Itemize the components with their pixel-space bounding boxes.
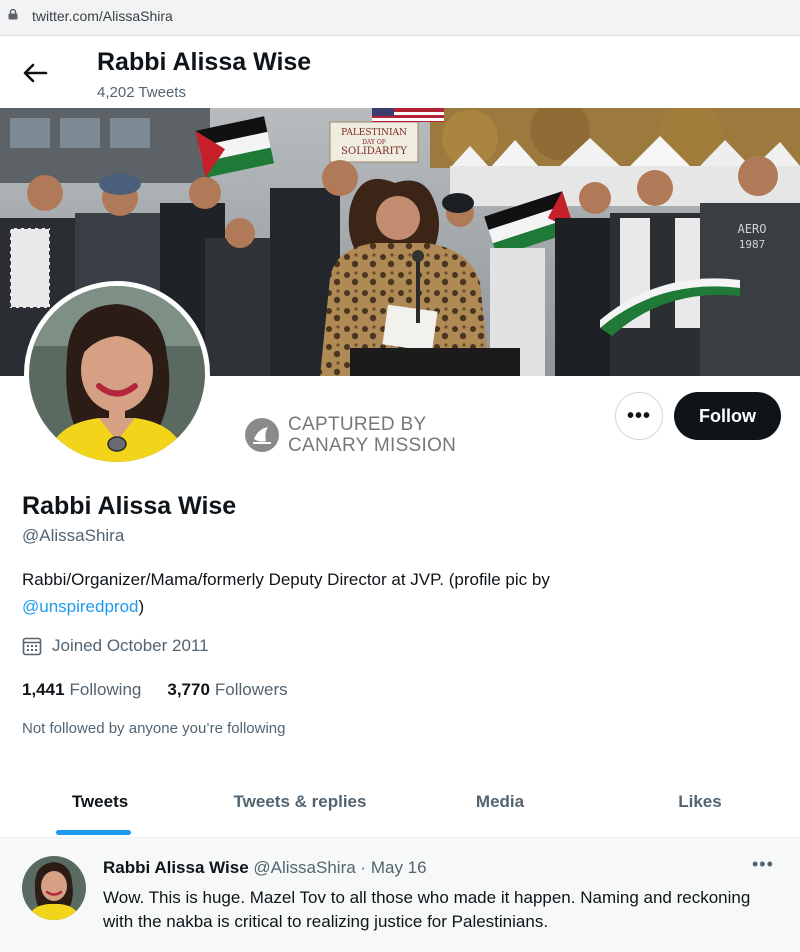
tab-media[interactable]: Media: [400, 770, 600, 837]
tweet-avatar[interactable]: [22, 856, 86, 920]
banner-sign-line2: DAY OF: [362, 139, 386, 146]
tweet-separator: ·: [360, 858, 367, 877]
canary-mission-watermark: CAPTURED BY CANARY MISSION: [244, 414, 456, 456]
bio-mention-link[interactable]: @unspiredprod: [22, 597, 139, 616]
joined-text: Joined October 2011: [52, 636, 209, 655]
tweet-more-button[interactable]: •••: [752, 854, 774, 875]
lock-icon: [8, 9, 18, 20]
tweet-author-name[interactable]: Rabbi Alissa Wise: [103, 858, 249, 877]
bio-text: Rabbi/Organizer/Mama/formerly Deputy Dir…: [22, 570, 550, 589]
header-name: Rabbi Alissa Wise: [97, 48, 312, 76]
banner-shirt-line1: AERO: [738, 222, 767, 236]
tweet-avatar-photo: [22, 856, 86, 920]
profile-handle: @AlissaShira: [22, 526, 125, 545]
tab-tweets[interactable]: Tweets: [0, 770, 200, 837]
active-tab-indicator: [56, 830, 131, 835]
followers-count: 3,770: [167, 680, 210, 699]
profile-avatar[interactable]: [24, 281, 210, 467]
tweet-date[interactable]: May 16: [371, 858, 427, 877]
banner-sign-line3: SOLIDARITY: [341, 146, 407, 157]
tweet-header: Rabbi Alissa Wise @AlissaShira · May 16: [103, 858, 427, 878]
banner-shirt-line2: 1987: [739, 238, 766, 251]
profile-bio: Rabbi/Organizer/Mama/formerly Deputy Dir…: [22, 566, 762, 620]
avatar-photo: [29, 286, 205, 462]
browser-url-bar[interactable]: twitter.com/AlissaShira: [0, 0, 800, 36]
profile-name: Rabbi Alissa Wise: [22, 492, 237, 520]
watermark-line2: CANARY MISSION: [288, 435, 457, 456]
tab-likes[interactable]: Likes: [600, 770, 800, 837]
banner-sign-line1: PALESTINIAN: [341, 128, 407, 138]
watermark-line1: CAPTURED BY: [288, 414, 427, 435]
calendar-icon: [22, 637, 42, 656]
joined-date: Joined October 2011: [22, 636, 209, 656]
followers-label: Followers: [214, 680, 288, 699]
follow-button[interactable]: Follow: [674, 392, 781, 440]
followers-link[interactable]: 3,770 Followers: [167, 680, 287, 700]
url-text[interactable]: twitter.com/AlissaShira: [32, 8, 173, 24]
profile-top-bar: Rabbi Alissa Wise 4,202 Tweets: [0, 36, 800, 108]
profile-tabs: Tweets Tweets & replies Media Likes: [0, 770, 800, 838]
tab-tweets-and-replies[interactable]: Tweets & replies: [200, 770, 400, 837]
tweet-author-handle[interactable]: @AlissaShira: [253, 858, 355, 877]
header-tweet-count: 4,202 Tweets: [97, 84, 186, 101]
bio-tail: ): [138, 597, 145, 616]
not-followed-notice: Not followed by anyone you’re following: [22, 720, 286, 737]
following-link[interactable]: 1,441 Following: [22, 680, 141, 700]
more-options-button[interactable]: •••: [615, 392, 663, 440]
following-count: 1,441: [22, 680, 65, 699]
following-label: Following: [69, 680, 142, 699]
back-arrow-icon[interactable]: [22, 62, 48, 84]
canary-mission-logo-icon: [245, 418, 279, 452]
tweet-text: Wow. This is huge. Mazel Tov to all thos…: [103, 888, 751, 931]
follow-counts: 1,441 Following 3,770 Followers: [22, 680, 314, 700]
